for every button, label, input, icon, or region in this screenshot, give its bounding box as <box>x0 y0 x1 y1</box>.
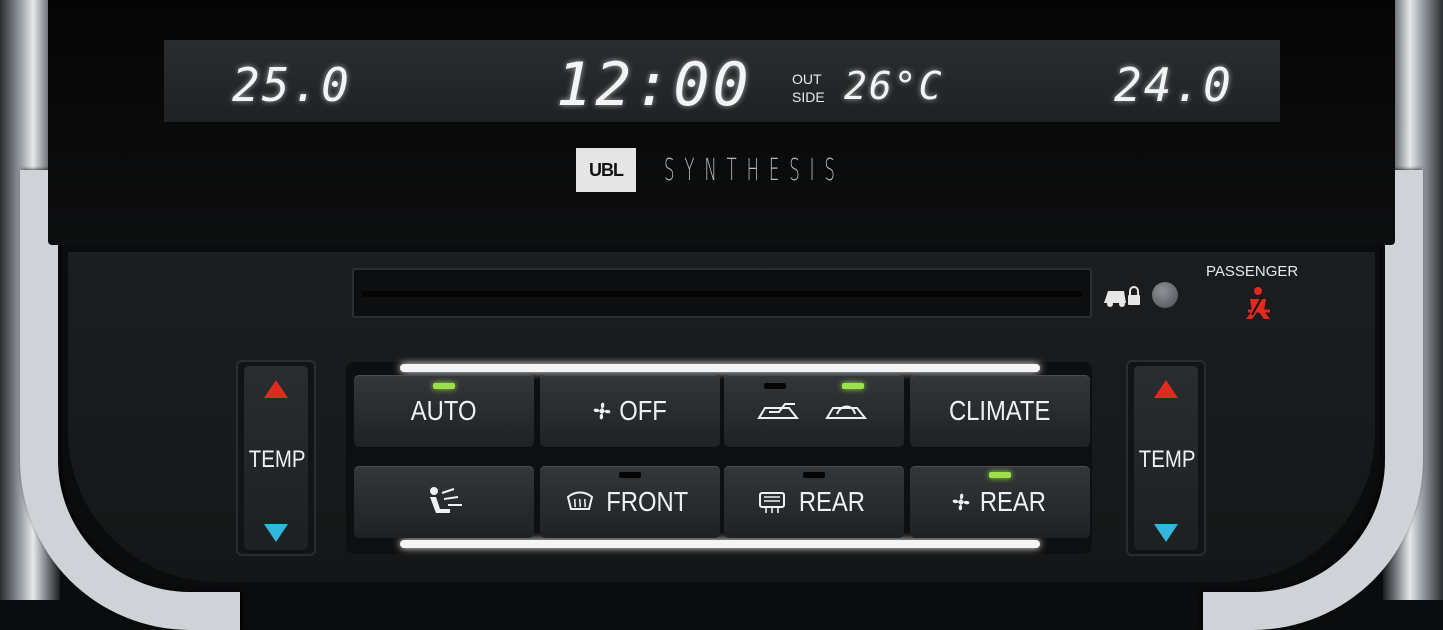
right-temp-rocker: TEMP <box>1126 360 1206 556</box>
auto-label: AUTO <box>411 395 477 426</box>
climate-label: CLIMATE <box>949 395 1051 426</box>
bottom-accent-light <box>400 540 1040 548</box>
right-temp-label: TEMP <box>1138 446 1196 473</box>
brand-logo: UBL SYNTHESIS <box>576 148 993 192</box>
fresh-air-icon <box>757 403 800 419</box>
fan-off-label: OFF <box>619 395 667 426</box>
synthesis-text: SYNTHESIS <box>664 152 845 188</box>
recirc-indicator <box>842 383 864 389</box>
fan-icon <box>952 493 970 511</box>
climate-lcd: 25.0 12:00 OUT SIDE 26°C 24.0 <box>164 40 1280 122</box>
rear-fan-label: REAR <box>979 486 1047 517</box>
rear-defrost-label: REAR <box>798 486 866 517</box>
front-defrost-button[interactable]: FRONT <box>540 466 720 538</box>
outside-label-line1: OUT <box>792 71 822 87</box>
auto-button[interactable]: AUTO <box>354 375 534 447</box>
rear-fan-indicator <box>989 472 1011 478</box>
passenger-label: PASSENGER <box>1206 263 1299 280</box>
left-temp-label: TEMP <box>248 446 306 473</box>
outside-temp-readout: 26°C <box>844 64 944 108</box>
temp-down-arrow-icon[interactable] <box>264 524 288 542</box>
top-accent-light <box>400 364 1040 372</box>
temp-down-arrow-icon[interactable] <box>1154 524 1178 542</box>
outside-label: OUT SIDE <box>792 70 825 106</box>
rear-defrost-button[interactable]: REAR <box>724 466 904 538</box>
rear-defrost-icon <box>759 492 786 513</box>
clock-readout: 12:00 <box>556 50 752 120</box>
left-temp-button[interactable]: TEMP <box>244 366 308 550</box>
left-temp-readout: 25.0 <box>232 58 351 112</box>
recirculation-icon <box>825 405 868 419</box>
fan-off-button[interactable]: OFF <box>540 375 720 447</box>
security-indicator-knob <box>1152 282 1178 308</box>
airflow-mode-button[interactable] <box>354 466 534 538</box>
climate-button[interactable]: CLIMATE <box>910 375 1090 447</box>
airflow-mode-icon <box>430 487 462 513</box>
rear-defrost-indicator <box>803 472 825 478</box>
front-defrost-indicator <box>619 472 641 478</box>
outside-label-line2: SIDE <box>792 89 825 105</box>
fan-icon <box>593 402 611 420</box>
disc-slot[interactable] <box>352 268 1092 318</box>
display-area <box>48 0 1395 245</box>
left-temp-rocker: TEMP <box>236 360 316 556</box>
temp-up-arrow-icon[interactable] <box>264 380 288 398</box>
right-temp-readout: 24.0 <box>1114 58 1233 112</box>
front-defrost-icon <box>566 491 593 510</box>
jbl-logo: UBL <box>576 148 636 192</box>
temp-up-arrow-icon[interactable] <box>1154 380 1178 398</box>
recirculation-button[interactable] <box>724 375 904 447</box>
rear-fan-button[interactable]: REAR <box>910 466 1090 538</box>
seatbelt-warning-icon <box>1246 287 1270 319</box>
door-lock-icon <box>1102 283 1142 315</box>
auto-indicator <box>433 383 455 389</box>
fresh-air-indicator <box>764 383 786 389</box>
front-defrost-label: FRONT <box>606 486 688 517</box>
right-temp-button[interactable]: TEMP <box>1134 366 1198 550</box>
